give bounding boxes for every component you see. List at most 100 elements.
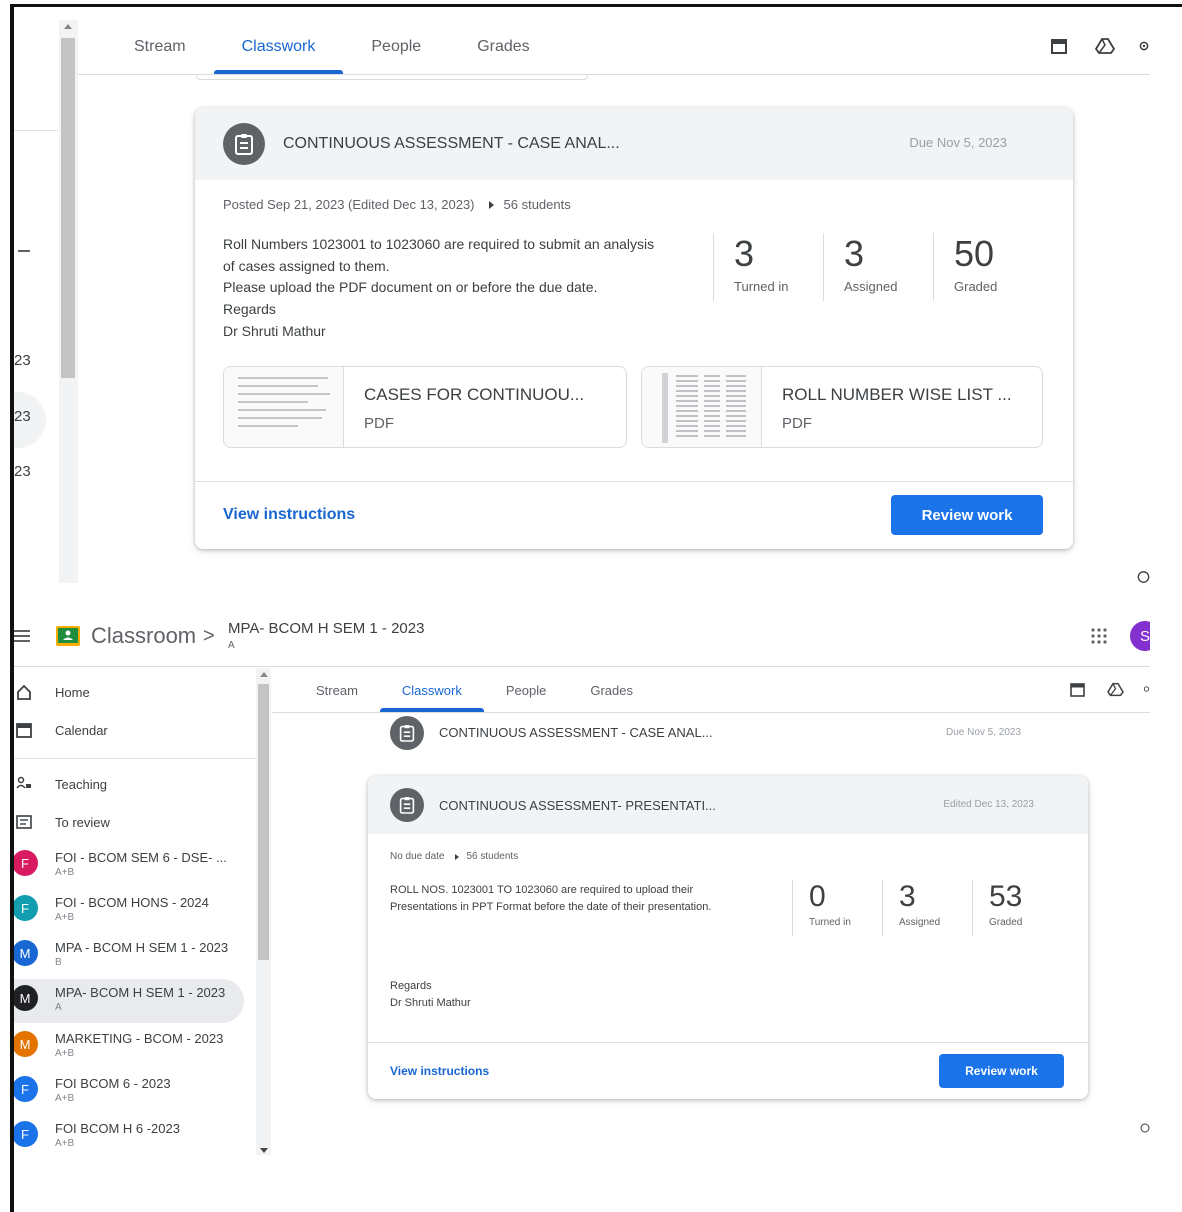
menu-icon[interactable]: [14, 628, 30, 644]
sidebar-partial-label: 23: [14, 463, 31, 480]
help-icon[interactable]: [1137, 566, 1150, 588]
tab-people[interactable]: People: [343, 20, 449, 74]
class-avatar: M: [12, 985, 38, 1011]
tab-bar-divider: [272, 712, 1150, 713]
description-line: of cases assigned to them.: [223, 257, 390, 274]
sidebar-divider: [14, 130, 58, 131]
frame-border-top: [10, 4, 1182, 7]
sidebar-item-label: Home: [55, 684, 90, 700]
review-work-button[interactable]: Review work: [939, 1054, 1064, 1088]
stat-value: 3: [844, 233, 865, 274]
apps-grid-icon[interactable]: [1090, 627, 1108, 645]
pdf-thumbnail: [642, 367, 762, 447]
description-line: Regards: [223, 301, 276, 318]
view-instructions-link[interactable]: View instructions: [223, 506, 355, 524]
sidebar-class-item[interactable]: M MARKETING - BCOM - 2023 A+B: [10, 1025, 244, 1069]
assignment-title[interactable]: CONTINUOUS ASSESSMENT - CASE ANAL...: [283, 135, 620, 153]
student-count[interactable]: 56 students: [504, 197, 571, 212]
scrollbar-thumb[interactable]: [61, 38, 75, 378]
view-instructions-link[interactable]: View instructions: [390, 1064, 489, 1078]
stat-label: Assigned: [899, 917, 941, 928]
drive-icon[interactable]: [1094, 35, 1116, 57]
sidebar-item-to-review[interactable]: To review: [14, 814, 110, 830]
card-header[interactable]: CONTINUOUS ASSESSMENT- PRESENTATI... Edi…: [368, 776, 1088, 834]
class-title[interactable]: MPA- BCOM H SEM 1 - 2023: [228, 620, 424, 637]
calendar-icon: [14, 722, 34, 738]
previous-card-edge: [196, 74, 588, 80]
app-name[interactable]: Classroom: [91, 623, 196, 649]
posted-info: No due date 56 students: [390, 851, 518, 862]
scroll-down-arrow-icon[interactable]: [260, 1148, 268, 1153]
account-avatar-clip[interactable]: S: [1130, 621, 1150, 651]
tab-classwork[interactable]: Classwork: [379, 668, 484, 712]
stat-turned-in[interactable]: 3 Turned in: [713, 233, 823, 301]
stat-label: Graded: [989, 917, 1023, 928]
sidebar-item-teaching[interactable]: Teaching: [14, 776, 107, 792]
assignment-card: CONTINUOUS ASSESSMENT- PRESENTATI... Edi…: [368, 776, 1088, 1099]
assignment-regards: Regards Dr Shruti Mathur: [390, 978, 471, 1012]
class-section: A: [228, 640, 235, 651]
calendar-icon[interactable]: [1048, 35, 1070, 57]
screenshot-frame: 23 23 23 Stream Classwork People Grades …: [0, 0, 1182, 1212]
scrollbar-thumb[interactable]: [258, 684, 269, 960]
calendar-icon[interactable]: [1068, 680, 1086, 698]
class-avatar: F: [12, 1076, 38, 1102]
card-header[interactable]: CONTINUOUS ASSESSMENT - CASE ANAL... Due…: [195, 108, 1073, 180]
scroll-up-arrow-icon[interactable]: [260, 672, 268, 677]
bottom-tab-bar: Stream Classwork People Grades: [294, 668, 655, 712]
arrow-right-icon: [454, 853, 459, 860]
sidebar-partial-label: 23: [14, 408, 31, 425]
stat-graded[interactable]: 53 Graded: [972, 880, 1062, 936]
sidebar-class-item-selected[interactable]: M MPA- BCOM H SEM 1 - 2023 A: [10, 979, 244, 1023]
stat-graded[interactable]: 50 Graded: [933, 233, 1043, 301]
class-avatar: F: [12, 1121, 38, 1147]
description-line: ROLL NOS. 1023001 TO 1023060 are require…: [390, 884, 694, 896]
tab-grades[interactable]: Grades: [449, 20, 557, 74]
help-icon[interactable]: [1140, 1117, 1150, 1139]
assignment-icon[interactable]: [390, 716, 424, 750]
sidebar-class-item[interactable]: F FOI BCOM H 6 -2023 A+B: [10, 1115, 244, 1159]
stat-assigned[interactable]: 3 Assigned: [823, 233, 933, 301]
assignment-icon: [223, 123, 265, 165]
sidebar-class-item[interactable]: M MPA - BCOM H SEM 1 - 2023 B: [10, 934, 244, 978]
stat-turned-in[interactable]: 0 Turned in: [792, 880, 882, 936]
sidebar-class-item[interactable]: F FOI - BCOM SEM 6 - DSE- ... A+B: [10, 844, 244, 888]
review-work-button[interactable]: Review work: [891, 495, 1043, 535]
sidebar-item-home[interactable]: Home: [14, 684, 90, 700]
stat-label: Turned in: [809, 917, 851, 928]
card-footer-divider: [195, 481, 1073, 482]
tab-stream[interactable]: Stream: [106, 20, 214, 74]
stats-panel: 3 Turned in 3 Assigned 50 Graded: [713, 233, 1043, 301]
tab-people[interactable]: People: [484, 668, 568, 712]
sidebar-class-item[interactable]: F FOI - BCOM HONS - 2024 A+B: [10, 889, 244, 933]
card-footer-divider: [368, 1042, 1088, 1043]
settings-icon[interactable]: [1138, 35, 1150, 57]
assignment-title[interactable]: CONTINUOUS ASSESSMENT- PRESENTATI...: [439, 798, 716, 813]
description-line: Presentations in PPT Format before the d…: [390, 901, 712, 914]
sidebar-class-item[interactable]: F FOI BCOM 6 - 2023 A+B: [10, 1070, 244, 1114]
assignment-icon: [390, 788, 424, 822]
home-icon: [14, 684, 34, 700]
tab-stream[interactable]: Stream: [294, 668, 380, 712]
tab-classwork[interactable]: Classwork: [213, 20, 344, 74]
stat-value: 50: [954, 233, 995, 274]
attachment-card[interactable]: CASES FOR CONTINUOU... PDF: [223, 366, 627, 448]
assignment-title[interactable]: CONTINUOUS ASSESSMENT - CASE ANAL...: [439, 725, 713, 740]
settings-icon[interactable]: [1143, 680, 1150, 698]
sidebar-item-calendar[interactable]: Calendar: [14, 722, 108, 738]
people-icon: [14, 776, 34, 792]
classroom-logo-icon[interactable]: [56, 626, 80, 646]
header-divider: [14, 666, 1150, 667]
edited-date: Edited Dec 13, 2023: [943, 799, 1034, 810]
stat-value: 0: [809, 880, 826, 913]
scroll-up-arrow-icon[interactable]: [64, 24, 72, 29]
account-avatar[interactable]: S: [1130, 621, 1150, 651]
tab-grades[interactable]: Grades: [568, 668, 655, 712]
due-date: Due Nov 5, 2023: [946, 727, 1022, 738]
student-count[interactable]: 56 students: [467, 851, 519, 862]
attachment-card[interactable]: ROLL NUMBER WISE LIST ... PDF: [641, 366, 1043, 448]
class-name: FOI - BCOM HONS - 2024: [55, 895, 209, 910]
stat-assigned[interactable]: 3 Assigned: [882, 880, 972, 936]
posted-info: Posted Sep 21, 2023 (Edited Dec 13, 2023…: [223, 197, 571, 212]
drive-icon[interactable]: [1105, 680, 1125, 698]
